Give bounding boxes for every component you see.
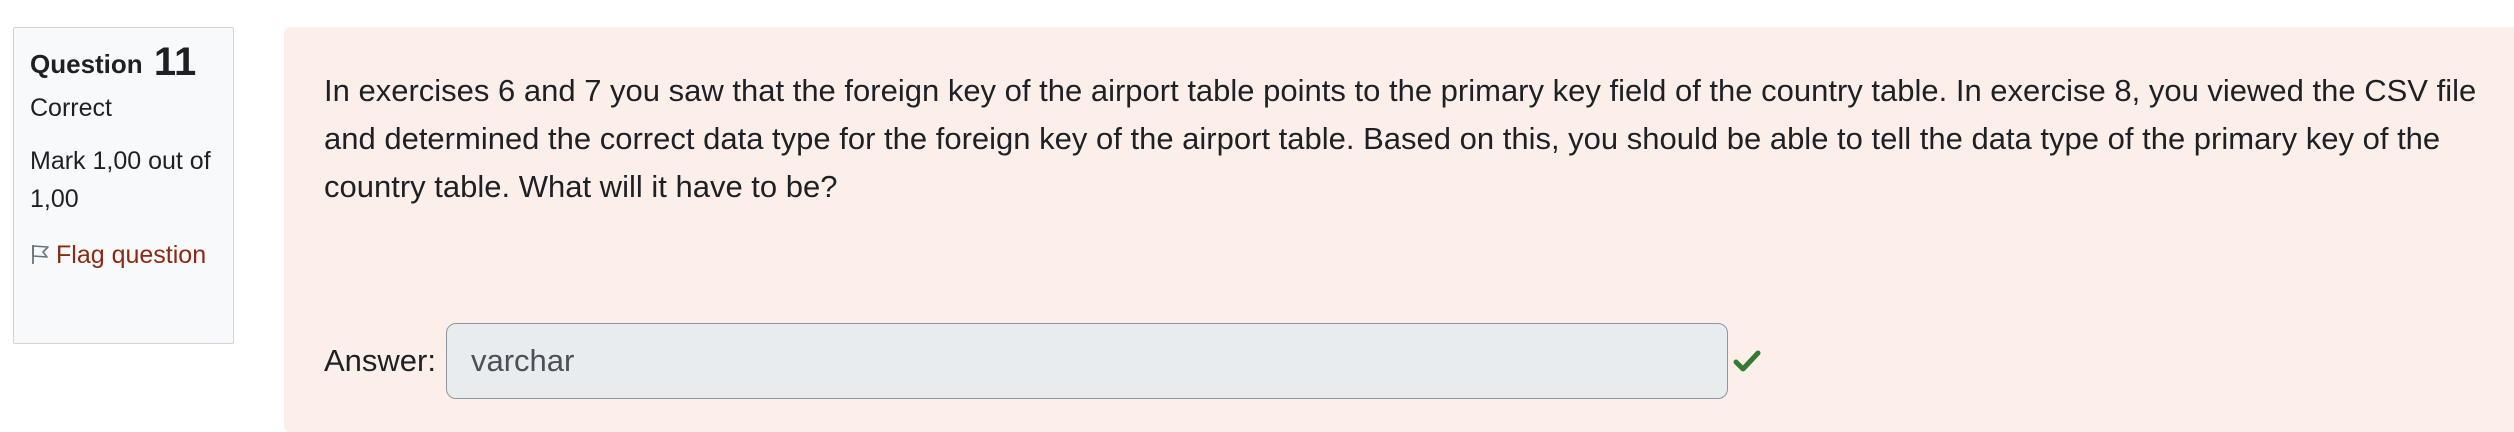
- answer-input[interactable]: [445, 323, 1728, 399]
- flag-icon: [32, 245, 49, 264]
- question-content: In exercises 6 and 7 you saw that the fo…: [284, 27, 2514, 432]
- answer-label: Answer:: [324, 343, 436, 378]
- question-label: Question: [30, 49, 143, 79]
- answer-row: Answer:: [324, 323, 1762, 399]
- check-icon: [1733, 350, 1761, 372]
- question-state: Correct: [30, 94, 112, 122]
- question-number-heading: Question 11: [30, 42, 217, 84]
- question-number: 11: [153, 40, 197, 84]
- question-text: In exercises 6 and 7 you saw that the fo…: [324, 73, 2477, 204]
- flag-question-label: Flag question: [56, 241, 207, 269]
- flag-question-link[interactable]: Flag question: [30, 236, 217, 274]
- question-info-panel: Question 11 Correct Mark 1,00 out of 1,0…: [13, 27, 234, 344]
- question-grade: Mark 1,00 out of 1,00: [30, 147, 211, 213]
